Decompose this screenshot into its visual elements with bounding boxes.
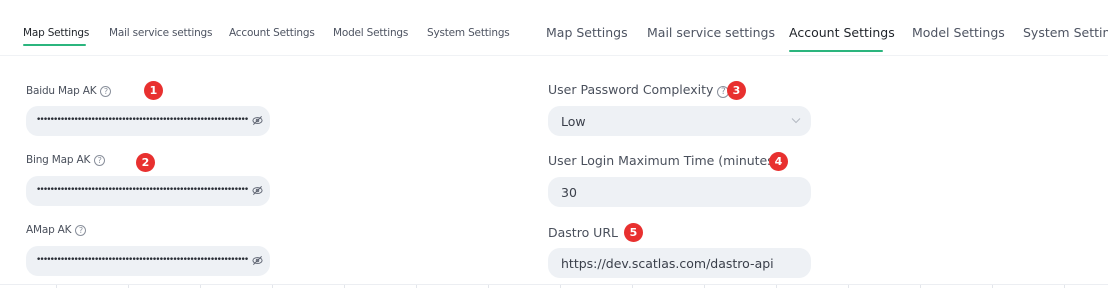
annotation-badge: 2 <box>136 153 155 172</box>
amap-ak-input[interactable]: ••••••••••••••••••••••••••••••••••••••••… <box>26 246 270 276</box>
tab-model-settings[interactable]: Model Settings <box>333 27 408 39</box>
password-value: ••••••••••••••••••••••••••••••••••••••••… <box>36 185 248 195</box>
eye-off-icon[interactable] <box>252 255 263 266</box>
baidu-map-ak-input[interactable]: ••••••••••••••••••••••••••••••••••••••••… <box>26 106 270 136</box>
annotation-badge: 3 <box>727 81 746 100</box>
dastro-url-label: Dastro URL <box>548 225 618 240</box>
dastro-url-input[interactable]: https://dev.scatlas.com/dastro-api <box>548 248 811 278</box>
tab-model-settings[interactable]: Model Settings <box>912 25 1005 40</box>
password-value: ••••••••••••••••••••••••••••••••••••••••… <box>36 115 248 125</box>
bing-map-ak-input[interactable]: ••••••••••••••••••••••••••••••••••••••••… <box>26 176 270 206</box>
tab-map-settings[interactable]: Map Settings <box>23 27 89 39</box>
annotation-badge: 5 <box>624 223 643 242</box>
eye-off-icon[interactable] <box>252 185 263 196</box>
chevron-down-icon <box>791 118 801 124</box>
select-value: Low <box>561 114 586 129</box>
input-value: 30 <box>561 185 577 200</box>
input-value: https://dev.scatlas.com/dastro-api <box>561 256 774 271</box>
tab-system-settings[interactable]: System Settings <box>427 27 510 39</box>
question-circle-icon[interactable]: ? <box>94 155 106 166</box>
settings-tabs: Map Settings Mail service settings Accou… <box>535 0 1108 56</box>
bottom-ruler <box>0 284 1108 288</box>
login-max-time-label: User Login Maximum Time (minutes) <box>548 153 779 168</box>
tab-map-settings[interactable]: Map Settings <box>546 25 628 40</box>
password-value: ••••••••••••••••••••••••••••••••••••••••… <box>36 255 248 265</box>
baidu-map-ak-label: Baidu Map AK? <box>26 85 112 97</box>
annotation-badge: 1 <box>144 81 163 100</box>
active-tab-indicator <box>789 50 883 52</box>
right-settings-panel: Map Settings Mail service settings Accou… <box>535 0 1108 288</box>
settings-tabs: Map Settings Mail service settings Accou… <box>0 0 535 56</box>
annotation-badge: 4 <box>769 152 788 171</box>
left-settings-panel: Map Settings Mail service settings Accou… <box>0 0 535 288</box>
question-circle-icon[interactable]: ? <box>100 86 112 97</box>
active-tab-indicator <box>23 44 86 46</box>
tab-account-settings[interactable]: Account Settings <box>789 25 895 40</box>
eye-off-icon[interactable] <box>252 115 263 126</box>
tab-system-settings[interactable]: System Setting <box>1023 25 1108 40</box>
amap-ak-label: AMap AK? <box>26 224 87 236</box>
bing-map-ak-label: Bing Map AK? <box>26 154 106 166</box>
password-complexity-select[interactable]: Low <box>548 106 811 136</box>
question-circle-icon[interactable]: ? <box>75 225 87 236</box>
tab-account-settings[interactable]: Account Settings <box>229 27 315 39</box>
tab-mail-service-settings[interactable]: Mail service settings <box>109 27 212 39</box>
login-max-time-input[interactable]: 30 <box>548 177 811 207</box>
password-complexity-label: User Password Complexity? <box>548 82 730 98</box>
tab-mail-service-settings[interactable]: Mail service settings <box>647 25 775 40</box>
